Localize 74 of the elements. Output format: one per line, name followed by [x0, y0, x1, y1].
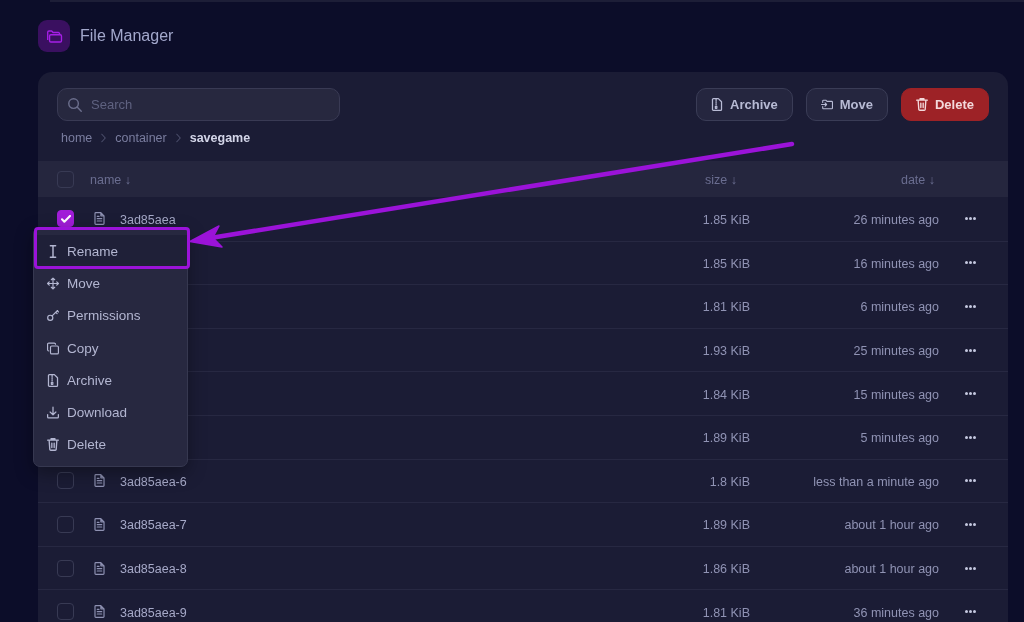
file-zip-icon — [47, 373, 59, 387]
file-name[interactable]: 3ad85aea-8 — [120, 562, 187, 577]
file-size: 1.85 KiB — [702, 256, 750, 271]
file-name[interactable]: 3ad85aea-7 — [120, 518, 187, 533]
more-icon — [964, 261, 976, 265]
file-size: 1.89 KiB — [702, 518, 750, 533]
more-icon — [964, 566, 976, 570]
move-button[interactable]: Move — [805, 88, 888, 121]
menu-item[interactable]: Copy — [34, 331, 187, 365]
modified-date: 16 minutes ago — [853, 256, 939, 271]
archive-button[interactable]: Archive — [696, 88, 793, 121]
file-size: 1.86 KiB — [702, 562, 750, 577]
copy-icon — [47, 341, 59, 355]
file-size: 1.85 KiB — [702, 212, 750, 227]
file-size: 1.8 KiB — [709, 474, 750, 489]
check-icon — [60, 214, 71, 223]
file-name[interactable]: 3ad85aea-6 — [120, 474, 187, 489]
breadcrumb-link[interactable]: home — [61, 131, 93, 145]
download-icon — [47, 406, 59, 420]
modified-date: about 1 hour ago — [844, 518, 939, 533]
menu-item[interactable]: Delete — [34, 428, 187, 462]
more-icon — [964, 348, 976, 352]
row-checkbox[interactable] — [57, 472, 74, 490]
more-icon — [964, 522, 976, 526]
modified-date: 36 minutes ago — [853, 605, 939, 620]
key-icon — [47, 309, 59, 323]
modified-date: 5 minutes ago — [860, 431, 939, 446]
chevron-icon — [175, 133, 181, 143]
app-title: File Manager — [80, 27, 174, 45]
menu-item[interactable]: Permissions — [34, 299, 187, 332]
modified-date: 26 minutes ago — [853, 212, 939, 227]
row-checkbox[interactable] — [57, 210, 74, 228]
menu-item[interactable]: Download — [34, 396, 187, 429]
file-name[interactable]: 3ad85aea-9 — [120, 605, 187, 620]
folder-arrow-icon — [820, 98, 833, 111]
modified-date: 15 minutes ago — [853, 387, 939, 402]
delete-button[interactable]: Delete — [900, 88, 989, 121]
chevron-icon — [101, 133, 107, 143]
file-size: 1.93 KiB — [702, 344, 750, 359]
more-icon — [964, 610, 976, 614]
file-size: 1.89 KiB — [702, 431, 750, 446]
row-checkbox[interactable] — [57, 603, 74, 621]
menu-item[interactable]: Archive — [34, 364, 187, 397]
breadcrumb-current: savegame — [189, 131, 251, 145]
more-icon — [964, 305, 976, 308]
breadcrumb-link[interactable]: container — [115, 131, 167, 145]
search-field[interactable]: Search — [57, 88, 340, 121]
trash-icon — [47, 438, 59, 452]
row-checkbox[interactable] — [57, 515, 74, 533]
file-icon — [94, 605, 105, 619]
trash-icon — [915, 98, 928, 111]
file-name[interactable]: 3ad85aea — [120, 212, 176, 227]
modified-date: less than a minute ago — [813, 474, 939, 489]
file-size: 1.84 KiB — [702, 387, 750, 402]
more-icon — [964, 479, 976, 483]
file-zip-icon — [711, 98, 724, 111]
modified-date: about 1 hour ago — [844, 562, 939, 577]
row-checkbox[interactable] — [57, 559, 74, 577]
modified-date: 25 minutes ago — [853, 344, 939, 359]
file-icon — [94, 474, 105, 488]
more-icon — [964, 435, 976, 439]
menu-item[interactable]: Move — [34, 267, 187, 300]
search-icon — [68, 97, 82, 112]
file-icon — [94, 212, 105, 226]
file-icon — [94, 561, 105, 575]
more-icon — [964, 217, 976, 221]
text-cursor-icon — [47, 244, 59, 258]
folder-icon — [38, 20, 70, 52]
modified-date: 6 minutes ago — [860, 300, 939, 315]
more-icon — [964, 392, 976, 396]
file-icon — [94, 517, 105, 531]
file-size: 1.81 KiB — [702, 605, 750, 620]
file-size: 1.81 KiB — [702, 300, 750, 315]
move-arrows-icon — [47, 276, 59, 290]
